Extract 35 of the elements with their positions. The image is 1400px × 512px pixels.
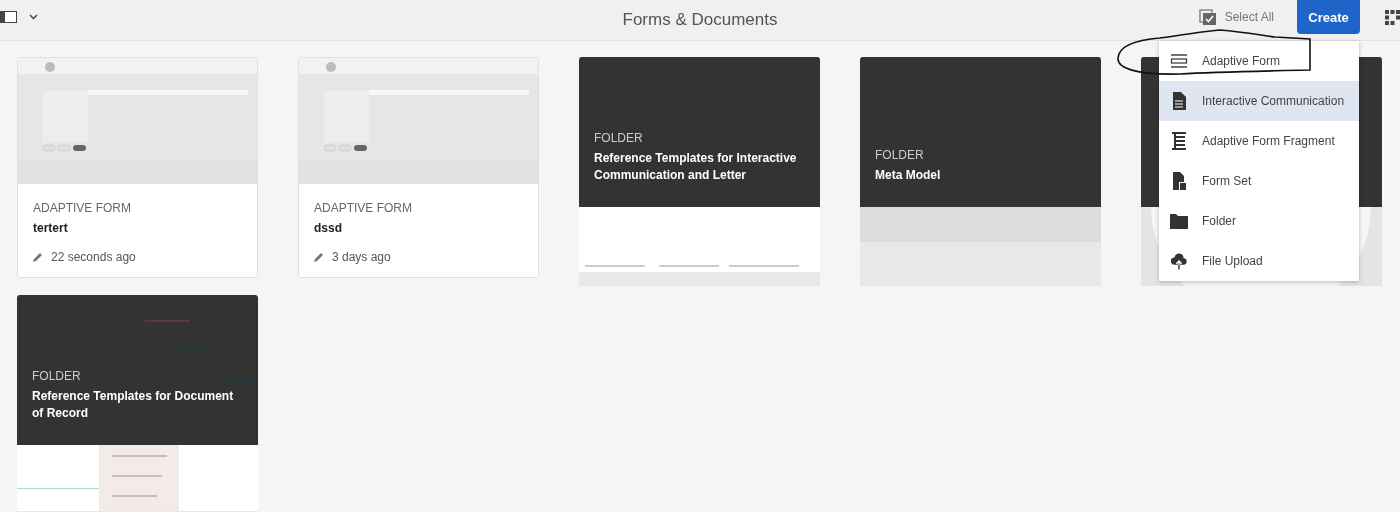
form-card[interactable]: ADAPTIVE FORM dssd 3 days ago [298,57,539,278]
card-title: Reference Templates for Document of Record [32,388,235,422]
menu-item[interactable]: Folder [1159,201,1359,241]
sidebar-toggle-icon[interactable] [0,11,17,23]
card-type-label: FOLDER [594,131,644,145]
page-title: Forms & Documents [622,10,778,30]
folder-icon [1170,213,1188,229]
grid-view-icon[interactable] [1385,9,1400,25]
card-type-label: FOLDER [875,148,925,162]
create-button[interactable]: Create [1297,0,1360,34]
form-card[interactable]: ADAPTIVE FORM tertert 22 seconds ago [17,57,258,278]
menu-item[interactable]: Interactive Communication [1159,81,1359,121]
form-icon [1170,53,1188,69]
pencil-icon [33,252,43,262]
pencil-icon [314,252,324,262]
menu-item[interactable]: Adaptive Form Fragment [1159,121,1359,161]
menu-item[interactable]: Form Set [1159,161,1359,201]
card-title: Meta Model [875,167,942,184]
card-title: tertert [33,221,69,235]
card-title: Reference Templates for Interactive Communication and Letter [594,150,798,184]
list-icon [1171,132,1187,150]
card-title: dssd [314,221,343,235]
modified-time: 3 days ago [332,250,391,264]
chevron-down-icon[interactable] [29,14,38,20]
checkbox-icon [1198,8,1217,26]
cloud-upload-icon [1170,252,1188,270]
select-all-button[interactable]: Select All [1198,8,1274,26]
documents-icon [1172,172,1186,190]
card-type-label: FOLDER [32,369,82,383]
document-icon [1172,92,1186,110]
modified-time: 22 seconds ago [51,250,136,264]
menu-item[interactable]: Adaptive Form [1159,41,1359,81]
card-type-label: ADAPTIVE FORM [314,201,413,215]
menu-item[interactable]: File Upload [1159,241,1359,281]
card-type-label: ADAPTIVE FORM [33,201,132,215]
